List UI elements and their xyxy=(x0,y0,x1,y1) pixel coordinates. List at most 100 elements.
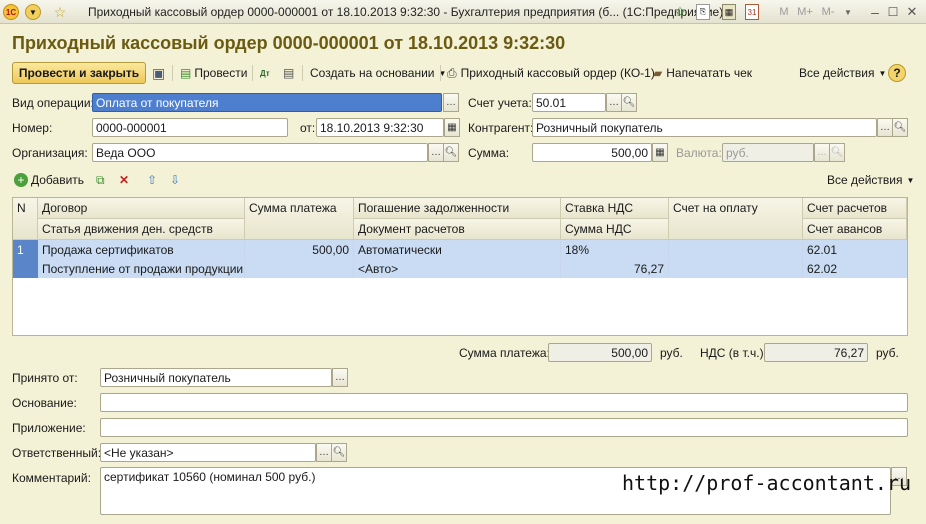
move-down-icon[interactable]: ⇩ xyxy=(170,171,180,189)
favorite-star-icon[interactable]: ☆ xyxy=(52,4,68,20)
cell-amount-empty[interactable] xyxy=(245,260,354,278)
minimize-icon[interactable]: – xyxy=(868,4,882,20)
cell-vat-rate[interactable]: 18% xyxy=(561,241,669,259)
col-header-repayment[interactable]: Погашение задолженности xyxy=(354,198,561,219)
payment-table[interactable]: N Договор Сумма платежа Погашение задолж… xyxy=(12,197,908,336)
received-from-field[interactable]: Розничный покупатель xyxy=(100,368,332,387)
create-based-on-button[interactable]: Создать на основании ▼ xyxy=(310,64,446,82)
add-row-button[interactable]: + Добавить xyxy=(14,171,84,189)
dropdown-ellipsis-icon[interactable]: … xyxy=(443,93,459,112)
cell-invoice[interactable] xyxy=(669,241,803,278)
cell-advance-account[interactable]: 62.02 xyxy=(803,260,907,278)
select-ellipsis-icon[interactable]: … xyxy=(877,118,893,137)
window-titlebar: 1С ▼ ☆ Приходный кассовый ордер 0000-000… xyxy=(0,0,926,24)
col-header-vat-rate[interactable]: Ставка НДС xyxy=(561,198,669,219)
print-check-button[interactable]: ▰ Напечатать чек xyxy=(653,64,752,82)
col-header-settlement-doc[interactable]: Документ расчетов xyxy=(354,219,561,240)
all-actions-button[interactable]: Все действия ▼ xyxy=(799,64,886,82)
col-header-cash-flow-item[interactable]: Статья движения ден. средств xyxy=(38,219,245,240)
link-icon[interactable]: ⎘ xyxy=(696,4,710,20)
window-title: Приходный кассовый ордер 0000-000001 от … xyxy=(88,5,724,19)
dt-kt-icon[interactable]: Дт xyxy=(260,64,276,82)
cell-n[interactable]: 1 xyxy=(13,241,38,259)
col-header-advance-account[interactable]: Счет авансов xyxy=(803,219,907,240)
received-from-label: Принято от: xyxy=(12,371,78,385)
memory-m-button[interactable]: M xyxy=(777,4,791,20)
command-toolbar: Провести и закрыть ▣ ▤ Провести Дт ▤ Соз… xyxy=(0,60,926,86)
save-icon[interactable]: ▣ xyxy=(152,64,168,82)
col-header-vat-amount[interactable]: Сумма НДС xyxy=(561,219,669,240)
organization-label: Организация: xyxy=(12,146,88,160)
col-header-invoice[interactable]: Счет на оплату xyxy=(669,198,803,240)
select-ellipsis-icon[interactable]: … xyxy=(606,93,622,112)
select-ellipsis-icon[interactable]: … xyxy=(316,443,332,462)
close-icon[interactable]: ✕ xyxy=(905,4,919,20)
currency-label: Валюта: xyxy=(676,146,722,160)
watermark-url: http://prof-accontant.ru xyxy=(622,471,911,495)
create-based-on-label: Создать на основании xyxy=(310,66,435,80)
total-vat-field: 76,27 xyxy=(764,343,868,362)
report-icon[interactable]: ▤ xyxy=(283,64,297,82)
col-header-contract[interactable]: Договор xyxy=(38,198,245,219)
table-all-actions-button[interactable]: Все действия ▼ xyxy=(827,171,914,189)
attachment-field[interactable] xyxy=(100,418,908,437)
cell-amount[interactable]: 500,00 xyxy=(245,241,354,259)
delete-row-icon[interactable]: ✕ xyxy=(119,171,129,189)
counterparty-label: Контрагент: xyxy=(468,121,534,135)
search-icon[interactable]: 🔍︎ xyxy=(892,118,908,137)
select-ellipsis-icon[interactable]: … xyxy=(428,143,444,162)
cell-contract[interactable]: Продажа сертификатов xyxy=(38,241,245,259)
comment-label: Комментарий: xyxy=(12,471,91,485)
memory-mplus-button[interactable]: M+ xyxy=(795,4,815,20)
col-header-amount[interactable]: Сумма платежа xyxy=(245,198,354,240)
cell-vat-amount[interactable]: 76,27 xyxy=(561,260,669,278)
operation-type-field[interactable]: Оплата от покупателя xyxy=(92,93,442,112)
total-vat-label: НДС (в т.ч.): xyxy=(700,346,767,360)
number-field[interactable]: 0000-000001 xyxy=(92,118,288,137)
responsible-label: Ответственный: xyxy=(12,446,102,460)
cell-repayment[interactable]: Автоматически xyxy=(354,241,561,259)
total-payment-currency: руб. xyxy=(660,346,683,360)
counterparty-field[interactable]: Розничный покупатель xyxy=(532,118,877,137)
date-field[interactable]: 18.10.2013 9:32:30 xyxy=(316,118,444,137)
toolbar-divider xyxy=(440,65,441,81)
select-ellipsis-icon: … xyxy=(814,143,830,162)
move-up-icon[interactable]: ⇧ xyxy=(147,171,157,189)
cell-cash-flow-item[interactable]: Поступление от продажи продукции ... xyxy=(38,260,245,278)
search-icon[interactable]: 🔍︎ xyxy=(621,93,637,112)
responsible-field[interactable]: <Не указан> xyxy=(100,443,316,462)
attachment-label: Приложение: xyxy=(12,421,86,435)
toolbar-divider xyxy=(172,65,173,81)
dropdown-ellipsis-icon[interactable]: … xyxy=(332,368,348,387)
account-field[interactable]: 50.01 xyxy=(532,93,606,112)
search-icon[interactable]: 🔍︎ xyxy=(443,143,459,162)
calculator-icon[interactable]: ▦ xyxy=(652,143,668,162)
col-header-n[interactable]: N xyxy=(13,198,38,240)
organization-field[interactable]: Веда ООО xyxy=(92,143,428,162)
maximize-icon[interactable]: ☐ xyxy=(886,4,900,20)
col-header-settlement-account[interactable]: Счет расчетов xyxy=(803,198,907,219)
dropdown-arrow-icon[interactable]: ▼ xyxy=(843,4,853,20)
favorites-add-icon[interactable]: ✩ xyxy=(672,4,688,20)
memory-mminus-button[interactable]: M- xyxy=(818,4,838,20)
cell-settlement-account[interactable]: 62.01 xyxy=(803,241,907,259)
menu-arrow-icon[interactable]: ▼ xyxy=(25,4,41,20)
post-button[interactable]: ▤ Провести xyxy=(180,64,247,82)
basis-field[interactable] xyxy=(100,393,908,412)
search-icon[interactable]: 🔍︎ xyxy=(331,443,347,462)
app-logo-icon[interactable]: 1С xyxy=(3,4,19,20)
all-actions-label: Все действия xyxy=(799,66,875,80)
currency-field: руб. xyxy=(722,143,814,162)
copy-row-icon[interactable]: ⧉ xyxy=(96,171,105,189)
print-ko1-button[interactable]: ⎙ Приходный кассовый ордер (КО-1) xyxy=(447,64,655,82)
calendar-icon[interactable]: 31 xyxy=(745,4,759,20)
calendar-picker-icon[interactable]: ▦ xyxy=(444,118,460,137)
print-ko1-label: Приходный кассовый ордер (КО-1) xyxy=(460,66,655,80)
calculator-icon[interactable]: ▦ xyxy=(722,4,736,20)
sum-field[interactable]: 500,00 xyxy=(532,143,652,162)
post-and-close-button[interactable]: Провести и закрыть xyxy=(12,62,146,84)
help-button[interactable]: ? xyxy=(888,64,906,82)
cell-settlement-doc[interactable]: <Авто> xyxy=(354,260,561,278)
total-payment-label: Сумма платежа: xyxy=(459,346,550,360)
basis-label: Основание: xyxy=(12,396,77,410)
